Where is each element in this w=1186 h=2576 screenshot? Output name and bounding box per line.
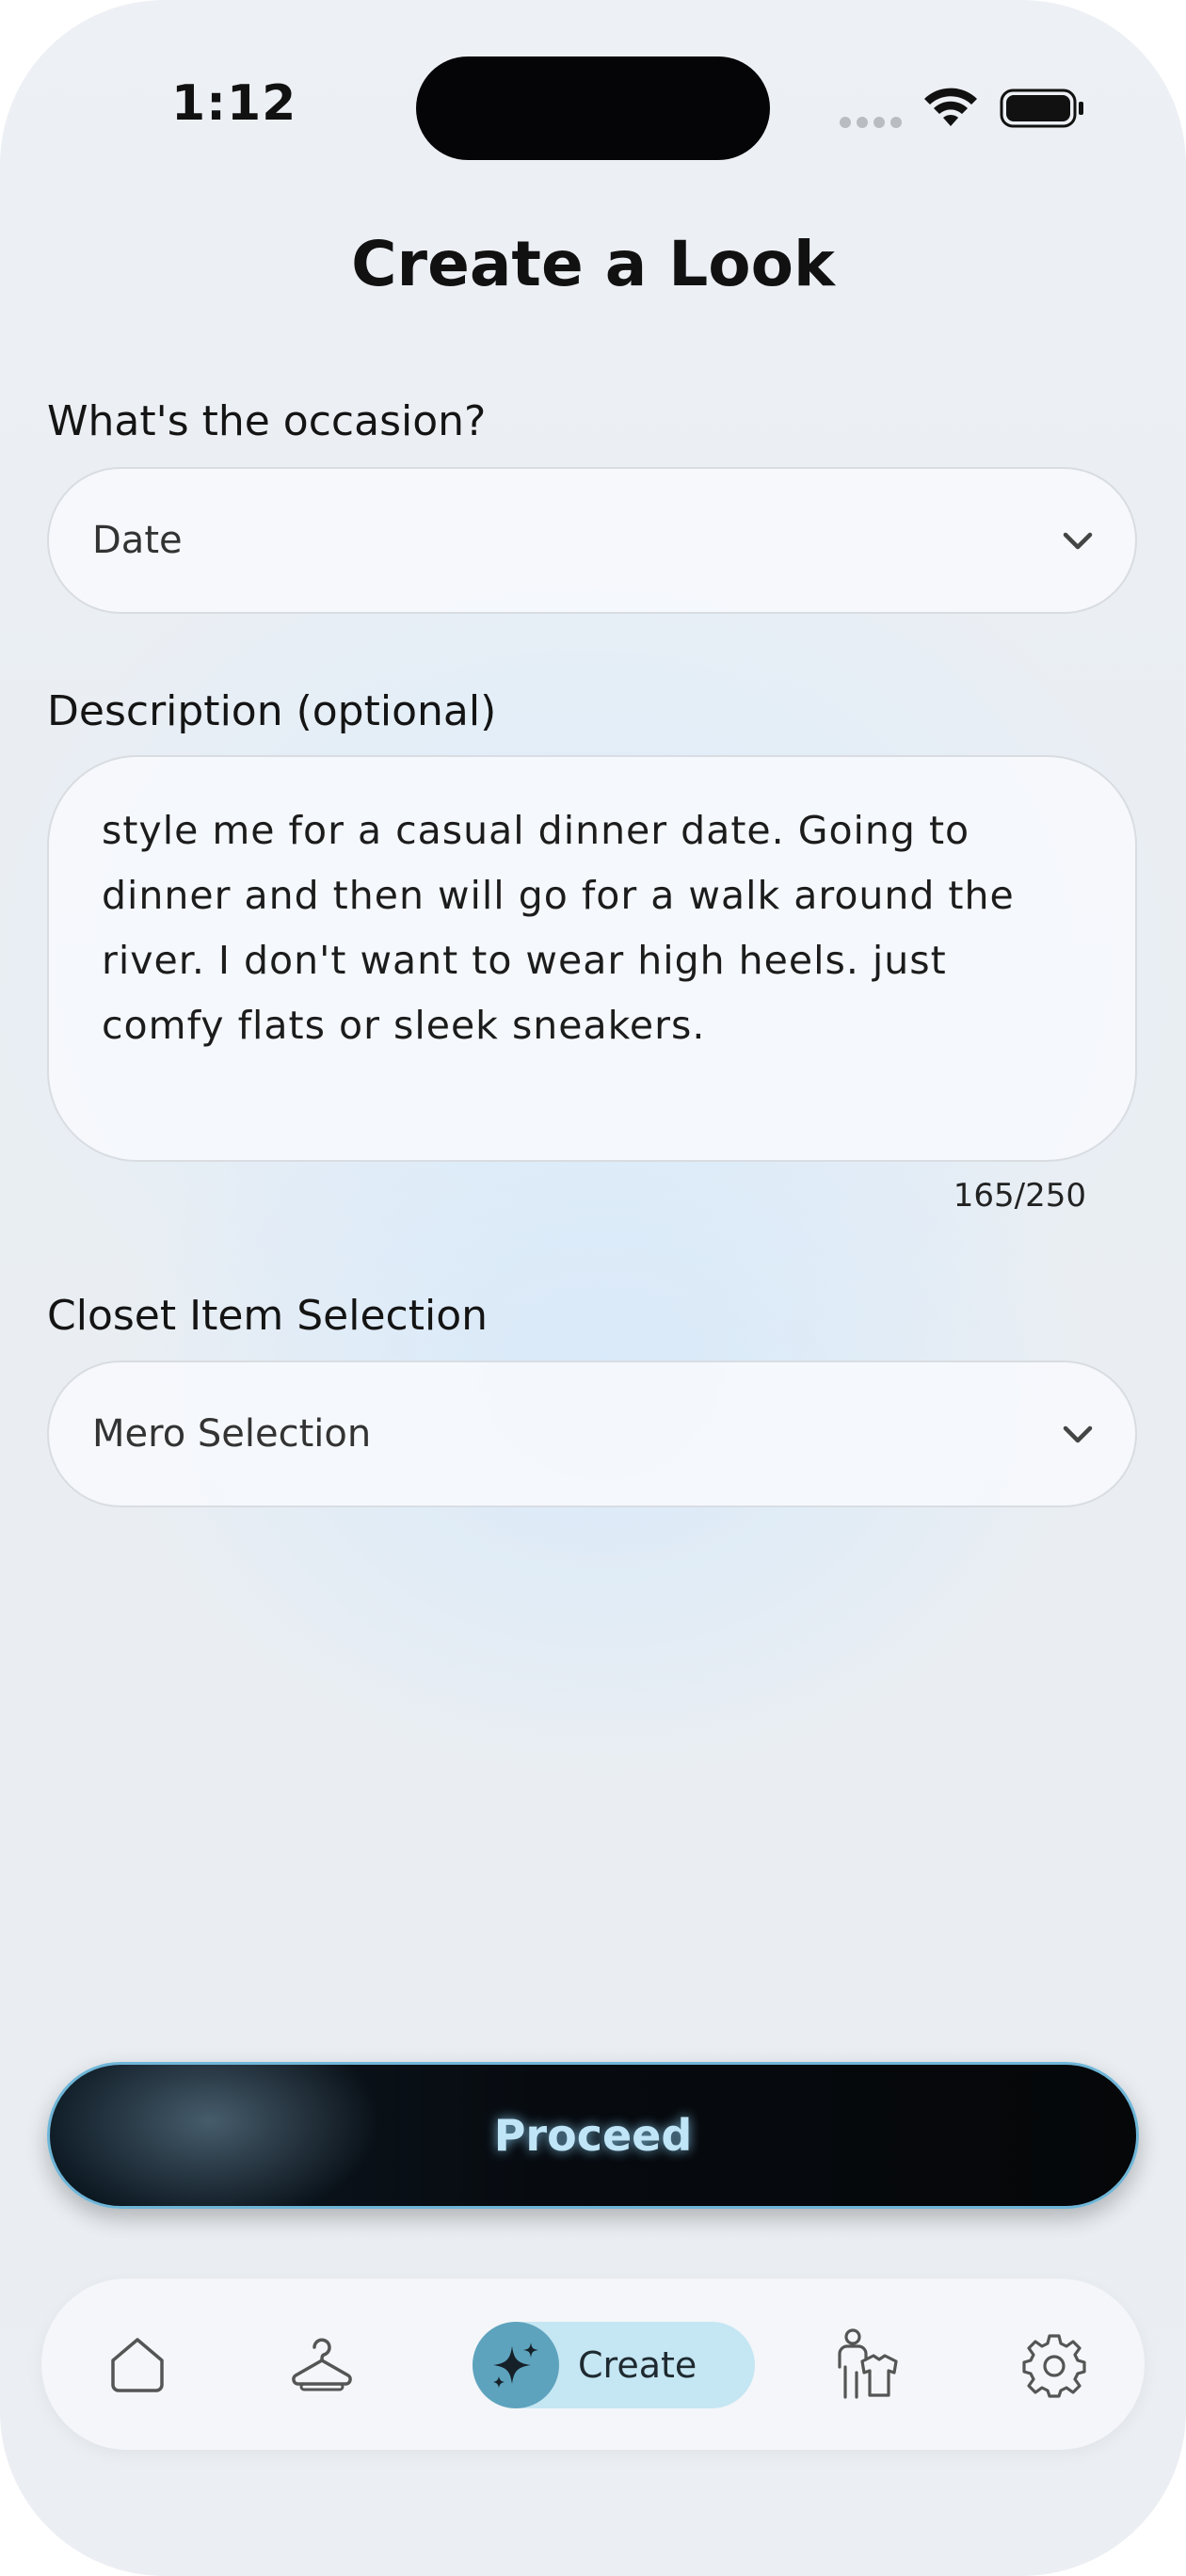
occasion-value: Date [92,519,183,562]
chevron-down-icon [1063,532,1093,550]
home-icon[interactable] [104,2330,171,2398]
status-time: 1:12 [171,75,297,132]
closet-selection-label: Closet Item Selection [47,1292,489,1340]
closet-selection-select[interactable]: Mero Selection [47,1360,1137,1507]
dynamic-island [416,56,770,160]
sparkles-icon [473,2322,559,2408]
wifi-icon [924,88,977,126]
phone-screen: 1:12 Create a Look What's the occasion? … [0,0,1186,2576]
page-title: Create a Look [351,228,835,300]
battery-icon [1000,89,1083,128]
chevron-down-icon [1063,1425,1093,1443]
proceed-button[interactable]: Proceed [47,2062,1139,2209]
tab-bar: Create [41,2278,1145,2450]
tab-create-label: Create [578,2344,697,2386]
character-counter: 165/250 [953,1177,1086,1215]
tab-create[interactable]: Create [473,2322,755,2408]
occasion-label: What's the occasion? [47,397,487,445]
proceed-label: Proceed [493,2110,693,2161]
occasion-select[interactable]: Date [47,467,1137,614]
description-label: Description (optional) [47,687,497,735]
description-textarea[interactable]: style me for a casual dinner date. Going… [47,755,1137,1162]
description-text: style me for a casual dinner date. Going… [102,808,1015,1048]
dressing-person-icon[interactable] [832,2327,904,2401]
hanger-icon[interactable] [288,2330,356,2398]
closet-selection-value: Mero Selection [92,1412,372,1456]
cellular-signal-icon [840,117,902,128]
gear-icon[interactable] [1020,2330,1088,2398]
